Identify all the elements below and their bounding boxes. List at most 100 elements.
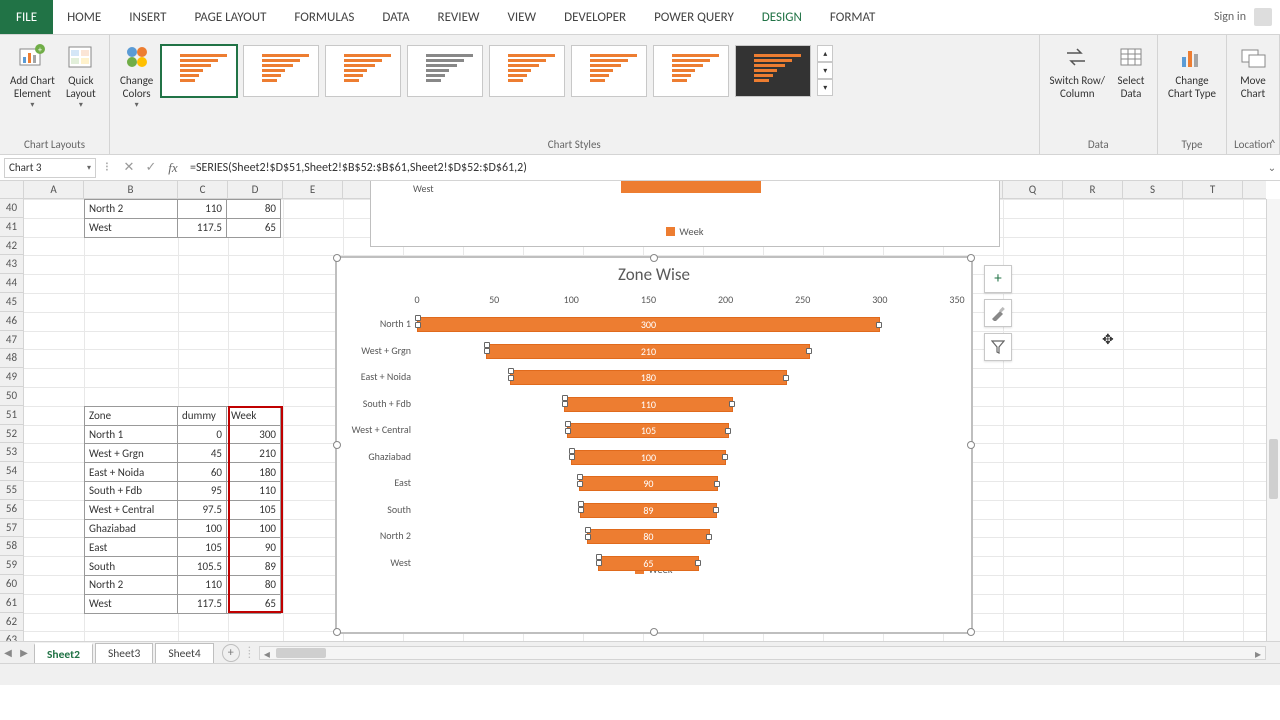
table-cell[interactable]: 95 [178,481,227,500]
chart-style-6[interactable] [571,45,647,97]
row-header-41[interactable]: 41 [0,218,23,237]
select-data-button[interactable]: Select Data [1111,39,1151,102]
series-point-handle[interactable] [722,454,728,460]
tab-insert[interactable]: INSERT [115,0,180,34]
row-header-47[interactable]: 47 [0,331,23,350]
accept-formula-button[interactable]: ✓ [140,158,162,178]
series-point-handle[interactable] [484,348,490,354]
table-cell[interactable]: 180 [227,463,281,482]
table-cell[interactable]: 60 [178,463,227,482]
series-point-handle[interactable] [565,428,571,434]
resize-handle[interactable] [967,628,975,636]
table-cell[interactable]: East + Noida [85,463,178,482]
series-point-handle[interactable] [725,428,731,434]
table-cell[interactable]: 117.5 [178,594,227,613]
table-cell[interactable]: 100 [178,519,227,538]
table-cell[interactable]: 80 [227,200,281,219]
table-cell[interactable]: North 1 [85,425,178,444]
series-point-handle[interactable] [695,560,701,566]
resize-handle[interactable] [650,254,658,262]
chart-bar[interactable]: 210 [486,344,810,359]
table-cell[interactable]: East [85,538,178,557]
horizontal-scrollbar[interactable]: ◂ ▸ [259,646,1266,660]
chart-title[interactable]: Zone Wise [337,258,971,287]
table-cell[interactable]: 90 [227,538,281,557]
quick-layout-button[interactable]: Quick Layout ▾ [61,39,101,112]
column-header-R[interactable]: R [1063,181,1123,198]
formula-input[interactable] [184,158,1264,178]
row-header-42[interactable]: 42 [0,237,23,256]
row-header-49[interactable]: 49 [0,368,23,387]
row-header-57[interactable]: 57 [0,519,23,538]
new-sheet-button[interactable]: + [222,644,240,662]
table-cell[interactable]: North 2 [85,575,178,594]
row-header-51[interactable]: 51 [0,406,23,425]
chart-bar[interactable]: 80 [587,529,710,544]
fx-dropdown-button[interactable]: ⁝ [96,158,118,178]
resize-handle[interactable] [967,441,975,449]
row-header-55[interactable]: 55 [0,481,23,500]
tab-data[interactable]: DATA [368,0,423,34]
chart-styles-button[interactable] [984,299,1012,327]
row-header-46[interactable]: 46 [0,312,23,331]
column-header-S[interactable]: S [1123,181,1183,198]
column-header-B[interactable]: B [84,181,178,198]
table-cell[interactable]: 0 [178,425,227,444]
table-header[interactable]: dummy [178,406,227,425]
chart-style-5[interactable] [489,45,565,97]
sheet-tab-sheet4[interactable]: Sheet4 [155,643,213,663]
fx-button[interactable]: fx [162,158,184,178]
scrollbar-thumb[interactable] [1269,439,1278,499]
chart-style-7[interactable] [653,45,729,97]
row-header-48[interactable]: 48 [0,349,23,368]
chart-elements-button[interactable]: + [984,265,1012,293]
row-header-60[interactable]: 60 [0,575,23,594]
chart-bar[interactable]: 100 [571,450,725,465]
table-cell[interactable]: West + Central [85,500,178,519]
table-cell[interactable]: 110 [178,200,227,219]
chart-bar[interactable]: 110 [564,397,734,412]
series-point-handle[interactable] [585,534,591,540]
series-point-handle[interactable] [713,507,719,513]
tab-review[interactable]: REVIEW [424,0,494,34]
table-cell[interactable]: Ghaziabad [85,519,178,538]
resize-handle[interactable] [333,441,341,449]
chart-bar[interactable]: 90 [579,476,718,491]
series-point-handle[interactable] [578,507,584,513]
tab-file[interactable]: FILE [0,0,53,34]
table-cell[interactable]: West [85,218,178,237]
column-header-Q[interactable]: Q [1003,181,1063,198]
move-chart-button[interactable]: Move Chart [1233,39,1273,102]
gallery-up-button[interactable]: ▴ [817,45,833,62]
series-point-handle[interactable] [577,481,583,487]
resize-handle[interactable] [333,628,341,636]
table-cell[interactable]: 110 [178,575,227,594]
tab-home[interactable]: HOME [53,0,115,34]
change-chart-type-button[interactable]: Change Chart Type [1164,39,1220,102]
row-header-40[interactable]: 40 [0,199,23,218]
table-cell[interactable]: 89 [227,557,281,576]
change-colors-button[interactable]: Change Colors ▾ [116,39,157,112]
series-point-handle[interactable] [876,322,882,328]
name-box-dropdown-icon[interactable]: ▾ [87,163,91,173]
table-cell[interactable]: 117.5 [178,218,227,237]
resize-handle[interactable] [650,628,658,636]
tab-page-layout[interactable]: PAGE LAYOUT [181,0,281,34]
tab-nav-next[interactable]: ▶ [16,646,32,659]
series-point-handle[interactable] [729,401,735,407]
sheet-tab-sheet2[interactable]: Sheet2 [34,643,93,663]
resize-handle[interactable] [967,254,975,262]
row-header-59[interactable]: 59 [0,556,23,575]
table-cell[interactable]: West + Grgn [85,444,178,463]
select-all-corner[interactable] [0,181,24,199]
cancel-formula-button[interactable]: ✕ [118,158,140,178]
row-header-43[interactable]: 43 [0,255,23,274]
tab-format[interactable]: FORMAT [816,0,889,34]
tab-design[interactable]: DESIGN [748,0,816,34]
chart-style-3[interactable] [325,45,401,97]
table-cell[interactable]: 80 [227,575,281,594]
row-header-53[interactable]: 53 [0,443,23,462]
table-cell[interactable]: 97.5 [178,500,227,519]
gallery-more-button[interactable]: ▾ [817,79,833,96]
column-header-T[interactable]: T [1183,181,1243,198]
